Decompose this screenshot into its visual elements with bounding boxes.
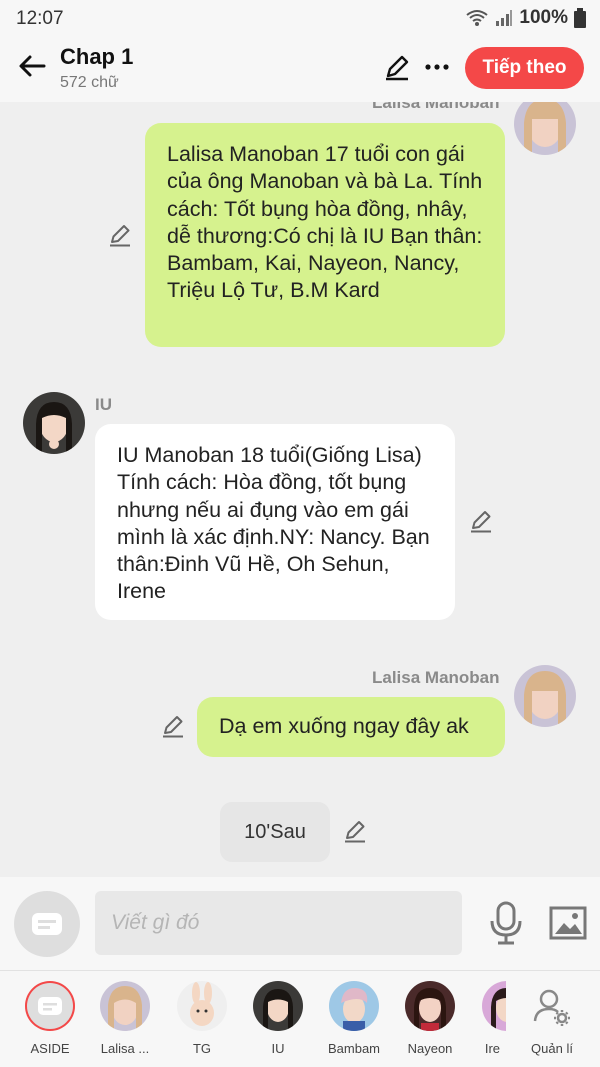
tab-label: Bambam — [327, 1041, 381, 1056]
pencil-icon[interactable] — [382, 52, 412, 82]
aside-note[interactable]: 10'Sau — [220, 802, 330, 862]
chat-icon — [32, 913, 62, 935]
more-icon[interactable] — [422, 52, 452, 82]
tab-manage[interactable]: Quản lí — [516, 981, 588, 1056]
edit-message-icon[interactable] — [107, 222, 133, 248]
edit-message-icon[interactable] — [468, 508, 494, 534]
composer: Viết gì đó — [0, 877, 600, 971]
signal-icon — [496, 10, 513, 26]
character-bar: ASIDE Lalisa ... TG IU Bambam Nayeon Ire… — [0, 971, 600, 1067]
mic-icon[interactable] — [488, 901, 524, 945]
tab-label: Nayeon — [407, 1041, 453, 1056]
chat-area[interactable]: Lalisa Manoban Lalisa Manoban 17 tuổi co… — [0, 102, 600, 877]
word-count: 572 chữ — [60, 74, 119, 91]
tab-label: Lalisa ... — [100, 1041, 150, 1056]
message-input[interactable]: Viết gì đó — [95, 891, 462, 955]
next-chapter-button[interactable]: Tiếp theo — [465, 47, 584, 89]
settings-user-icon — [533, 989, 570, 1026]
chat-icon — [25, 981, 75, 1031]
message-bubble[interactable]: Dạ em xuống ngay đây ak — [197, 697, 505, 757]
tab-character[interactable]: Ire — [462, 981, 506, 1056]
status-icons: 100% — [465, 7, 586, 29]
battery-icon — [574, 8, 586, 28]
tab-character[interactable]: Bambam — [318, 981, 390, 1056]
message-bubble[interactable]: Lalisa Manoban 17 tuổi con gái của ông M… — [145, 123, 505, 347]
avatar-lisa[interactable] — [514, 665, 576, 727]
tab-character[interactable]: TG — [166, 981, 238, 1056]
tab-label: Quản lí — [531, 1041, 573, 1056]
tab-aside[interactable]: ASIDE — [14, 981, 86, 1056]
aside-toggle-button[interactable] — [14, 891, 80, 957]
avatar — [482, 981, 506, 1031]
battery-percent: 100% — [519, 7, 568, 28]
back-arrow-icon[interactable] — [16, 50, 48, 82]
tab-character[interactable]: Lalisa ... — [89, 981, 161, 1056]
avatar — [329, 981, 379, 1031]
page-title: Chap 1 — [60, 44, 134, 69]
tab-label: TG — [192, 1041, 212, 1056]
avatar — [253, 981, 303, 1031]
tab-character[interactable]: IU — [242, 981, 314, 1056]
avatar — [177, 981, 227, 1031]
tab-character[interactable]: Nayeon — [394, 981, 466, 1056]
status-time: 12:07 — [16, 8, 64, 29]
wifi-icon — [466, 10, 489, 26]
avatar-iu[interactable] — [23, 392, 85, 454]
avatar-lisa[interactable] — [514, 102, 576, 155]
sender-name: IU — [95, 395, 112, 414]
edit-message-icon[interactable] — [342, 818, 368, 844]
tab-label: IU — [271, 1041, 285, 1056]
image-icon[interactable] — [548, 903, 588, 943]
status-bar: 12:07 100% — [0, 0, 600, 36]
avatar — [100, 981, 150, 1031]
sender-name: Lalisa Manoban — [372, 668, 500, 687]
edit-message-icon[interactable] — [160, 713, 186, 739]
tab-label: ASIDE — [30, 1041, 70, 1056]
message-bubble[interactable]: IU Manoban 18 tuổi(Giống Lisa) Tính cách… — [95, 424, 455, 620]
app-header: Chap 1 572 chữ Tiếp theo — [0, 36, 600, 102]
avatar — [405, 981, 455, 1031]
tab-label: Ire — [484, 1041, 500, 1056]
sender-name: Lalisa Manoban — [372, 102, 500, 112]
